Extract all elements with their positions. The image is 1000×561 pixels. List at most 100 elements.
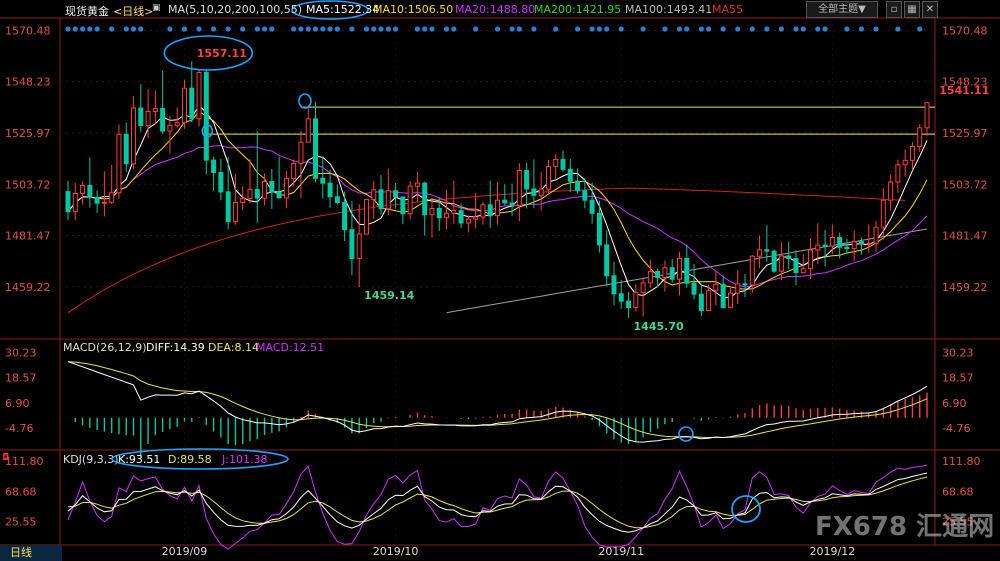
macd-axis-label-left: -4.76 [5,422,33,435]
price-axis-label-left: 1481.47 [5,230,51,243]
theme-select-button[interactable]: 全部主题▼ [806,1,878,18]
ma100-legend: MA100:1493.41 [625,3,713,16]
candle-body [633,291,639,309]
candle-body [837,237,843,248]
candle-body [291,163,297,180]
event-dot [778,26,785,32]
candle-body [232,202,238,223]
candle-body [822,244,828,247]
price-annotation: 1459.14 [364,289,414,302]
price-axis-label-left: 1459.22 [5,281,51,294]
candle-body [363,199,369,235]
candle-body [626,300,632,309]
candle-body [815,244,821,251]
event-dot [291,26,297,32]
candle-body [895,164,901,183]
price-axis-label-right: 1570.48 [942,24,988,37]
macd-axis-label-right: 30.23 [942,346,974,359]
candle-body [858,241,864,245]
event-dot [749,26,755,32]
candle-body [545,166,551,190]
event-dot [79,26,86,32]
candle-body [786,255,792,259]
ma200-legend: MA200:1421.95 [534,3,622,16]
event-dot [305,26,311,32]
candle-body [742,283,748,286]
event-dot [895,26,901,32]
event-dot [473,26,479,32]
period-tag[interactable]: <日线> [113,3,153,19]
candle-body [181,87,187,124]
candle-body [917,127,923,148]
event-dot [210,26,217,32]
date-axis-label: 2019/09 [162,545,208,558]
grid-icon[interactable]: ▦ [904,1,920,18]
candle-body [313,118,319,179]
dea-line [67,361,928,439]
candle-body [720,283,726,309]
event-dot [240,26,246,32]
candle-body [320,177,326,184]
symbol-title: 现货黄金 [65,5,109,18]
j-line [67,464,928,550]
candle-body [553,158,559,168]
candle-body [596,212,602,246]
period-tab[interactable]: 日线 [0,545,62,561]
event-dot [130,26,137,32]
price-annotation: 1445.70 [634,320,684,333]
candle-body [87,184,93,198]
event-dot [764,26,770,32]
candle-body [444,212,450,219]
event-dot [589,26,595,32]
fx678-watermark: FX678 汇通网 [815,512,995,542]
date-axis-label: 2019/12 [810,545,856,558]
macd-axis-label-left: 30.23 [5,346,37,359]
price-axis-label-right: 1459.22 [942,281,988,294]
j-value: J:101.38 [221,453,267,466]
candle-body [225,191,231,223]
restore-icon[interactable]: ▫ [886,1,902,18]
candle-body [138,107,144,127]
candle-body [713,283,719,292]
candle-body [538,188,544,196]
event-dot [225,26,231,32]
candle-body [502,199,508,204]
macd-axis-label-right: 18.57 [942,372,974,385]
candle-body [902,159,908,166]
close-icon[interactable]: ✕ [922,1,938,18]
event-dot [109,26,115,32]
candle-body [800,268,806,274]
kdj-axis-label-right: 111.80 [942,455,981,468]
candle-body [647,270,653,284]
event-dot [123,26,129,32]
candle-body [589,199,595,214]
event-dot [378,26,384,32]
candle-body [757,249,763,257]
candle-body [924,102,930,129]
event-dot [604,26,610,32]
candle-body [771,250,777,272]
candle-body [247,188,253,199]
event-dot [196,26,202,32]
event-dot [516,26,522,32]
event-dot [371,26,377,32]
candle-body [473,216,479,220]
candle-body [167,124,173,132]
candle-body [80,184,86,195]
event-dot [298,26,304,32]
highlight-circle [678,426,694,442]
macd-axis-label-left: 6.90 [5,397,30,410]
candle-body [371,189,377,201]
event-dot [574,26,581,32]
candle-body [582,190,588,201]
candle-body [145,110,151,127]
candle-body [669,267,675,280]
candle-body [72,193,78,213]
event-dot [858,26,865,32]
candle-body [407,185,413,215]
event-dot [917,26,923,32]
event-dot [662,26,668,32]
dropdown-icon[interactable]: ▣ [152,3,161,13]
price-annotation: 1557.11 [197,47,247,60]
event-dot [65,26,71,32]
